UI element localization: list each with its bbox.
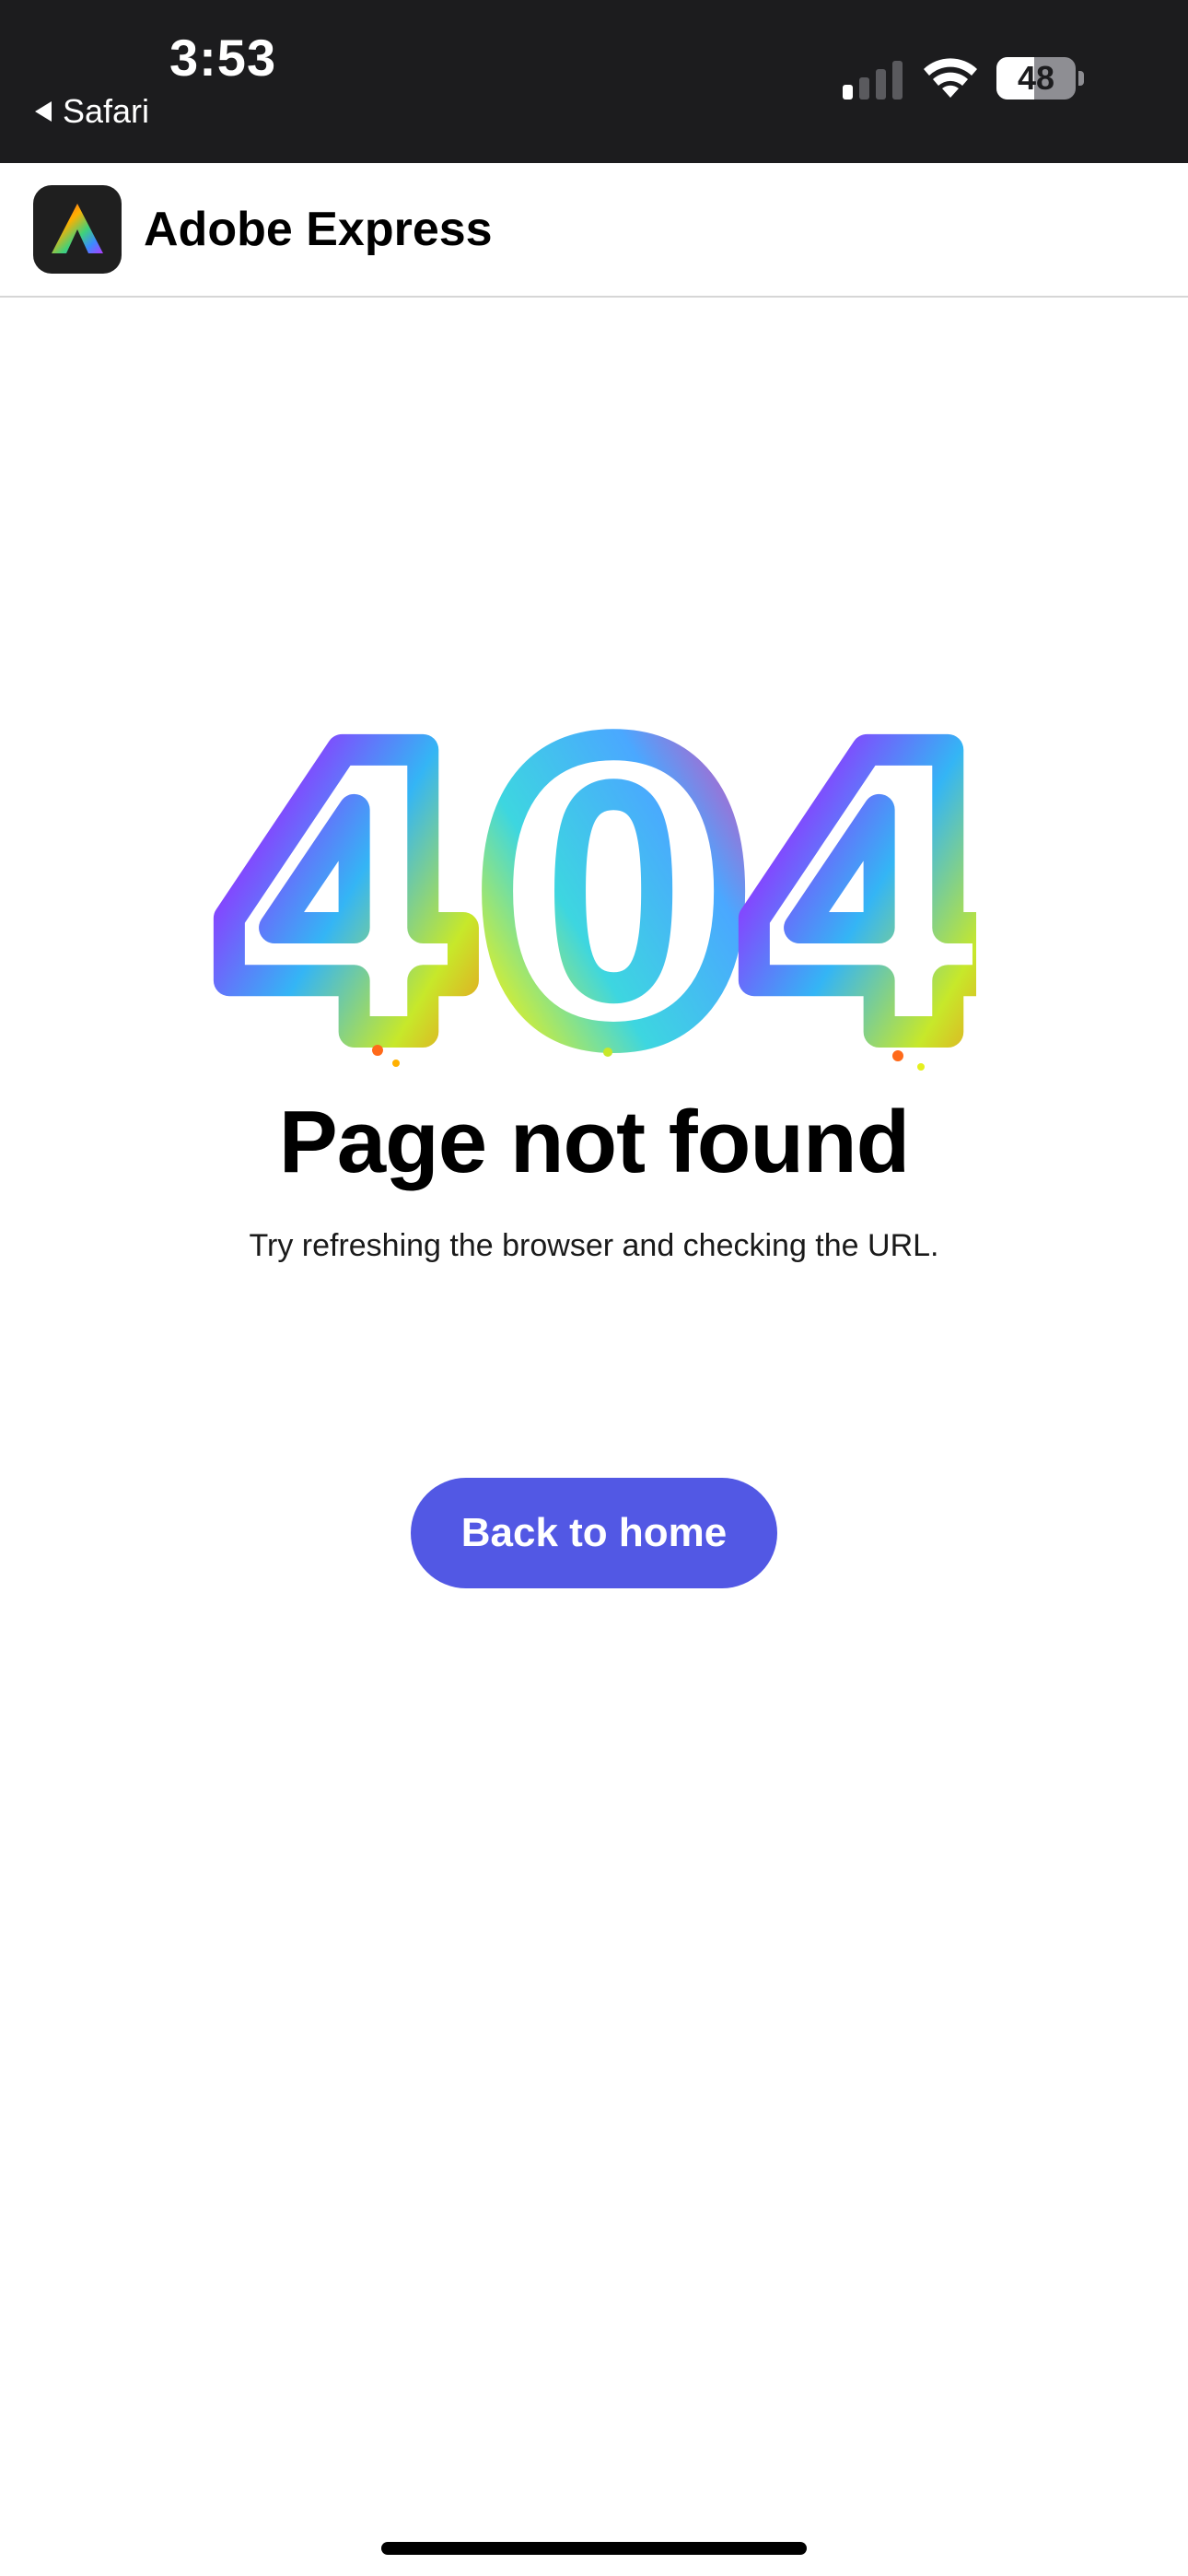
error-message: Try refreshing the browser and checking … [249, 1228, 939, 1263]
battery-icon: 48 [996, 57, 1085, 101]
wifi-icon [924, 58, 977, 98]
home-indicator[interactable] [381, 2542, 807, 2555]
cellular-signal-icon [843, 61, 903, 100]
error-404-graphic: 4 0 4 [212, 728, 976, 1078]
app-name: Adobe Express [144, 203, 493, 256]
battery-level: 48 [1017, 59, 1055, 97]
page-title: Page not found [278, 1093, 911, 1191]
status-time: 3:53 [169, 29, 277, 87]
app-header: Adobe Express [0, 163, 1188, 298]
adobe-express-logo-icon[interactable] [33, 185, 122, 274]
back-arrow-icon [35, 101, 52, 122]
status-bar: 3:53 Safari 48 [0, 0, 1188, 163]
back-to-app-link[interactable]: Safari [35, 92, 149, 131]
back-app-label: Safari [63, 92, 150, 130]
error-code-digit-right: 4 [737, 728, 976, 1078]
error-code-digit-left: 4 [212, 728, 481, 1078]
back-to-home-button[interactable]: Back to home [411, 1478, 777, 1588]
error-code-digit-middle: 0 [479, 728, 748, 1078]
